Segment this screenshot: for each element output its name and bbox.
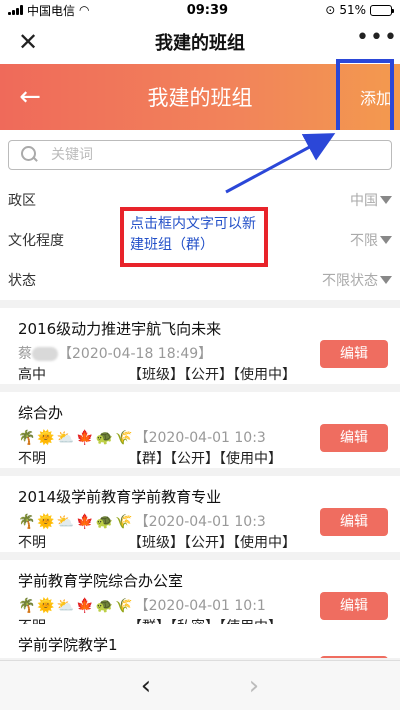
edit-button[interactable]: 编辑 xyxy=(320,424,388,452)
owner-emoji-name: 🌴🌞⛅🍁🐢🌾 xyxy=(18,514,135,530)
filter-value[interactable]: 中国 xyxy=(350,190,392,210)
group-list: 2016级动力推进宇航飞向未来 蔡【2020-04-18 18:49】 高中 【班… xyxy=(0,308,400,658)
caret-down-icon xyxy=(380,196,392,204)
group-level: 不明 xyxy=(18,535,46,551)
status-left: 中国电信 ◠ xyxy=(8,2,90,19)
signal-icon xyxy=(8,5,23,15)
back-arrow-icon[interactable]: ← xyxy=(14,81,46,113)
list-item[interactable]: 综合办 🌴🌞⛅🍁🐢🌾【2020-04-01 10:3 不明 【群】【公开】【使用中… xyxy=(0,392,400,468)
edit-button[interactable]: 编辑 xyxy=(320,592,388,620)
group-meta: 蔡 【2020-04-18 18:49】 xyxy=(18,343,318,363)
search-box[interactable] xyxy=(8,140,392,170)
top-bar: ✕ 我建的班组 ••• xyxy=(0,20,400,64)
caret-down-icon xyxy=(380,276,392,284)
annotation-box: 点击框内文字可以新建班组（群） xyxy=(120,207,268,267)
filter-label: 政区 xyxy=(8,193,36,209)
close-icon[interactable]: ✕ xyxy=(14,28,42,56)
group-title: 2016级动力推进宇航飞向未来 xyxy=(18,320,222,338)
group-timestamp: 【2020-04-01 10:1 xyxy=(134,598,266,614)
owner-name: 蔡 xyxy=(18,346,32,362)
filter-value[interactable]: 不限状态 xyxy=(322,270,392,290)
edit-button[interactable]: 编辑 xyxy=(320,340,388,368)
more-icon[interactable]: ••• xyxy=(356,27,397,56)
nav-forward-icon[interactable]: › xyxy=(236,669,272,703)
carrier-label: 中国电信 xyxy=(27,3,76,18)
group-tags: 【群】【公开】【使用中】 xyxy=(128,451,282,467)
search-area xyxy=(0,130,400,180)
owner-emoji-name: 🌴🌞⛅🍁🐢🌾 xyxy=(18,598,135,614)
group-title: 2014级学前教育学前教育专业 xyxy=(18,488,222,506)
group-tags: 【班级】【公开】【使用中】 xyxy=(128,535,296,551)
group-title: 学前教育学院综合办公室 xyxy=(18,572,184,590)
search-input[interactable] xyxy=(51,147,351,163)
group-level: 高中 xyxy=(18,367,46,383)
add-button[interactable]: 添加 xyxy=(360,85,392,109)
list-item[interactable]: 2014级学前教育学前教育专业 🌴🌞⛅🍁🐢🌾【2020-04-01 10:3 不… xyxy=(0,476,400,552)
group-timestamp: 【2020-04-18 18:49】 xyxy=(58,346,213,362)
search-icon xyxy=(21,146,39,164)
header-title: 我建的班组 xyxy=(147,86,253,110)
status-time: 09:39 xyxy=(186,2,229,18)
list-item[interactable]: 2016级动力推进宇航飞向未来 蔡 【2020-04-18 18:49】 高中 【班… xyxy=(0,308,400,384)
wifi-icon: ◠ xyxy=(79,3,90,17)
group-timestamp: 【2020-04-01 10:3 xyxy=(134,430,266,446)
status-bar: 中国电信 ◠ 09:39 ⊙ 51% xyxy=(0,0,400,20)
group-level: 不明 xyxy=(18,451,46,467)
group-meta: 🌴🌞⛅🍁🐢🌾【2020-04-01 10:3 xyxy=(18,427,318,447)
status-right: ⊙ 51% xyxy=(325,3,394,17)
owner-emoji-name: 🌴🌞⛅🍁🐢🌾 xyxy=(18,430,135,446)
filter-label: 文化程度 xyxy=(8,233,64,249)
filter-value-text: 不限 xyxy=(350,233,378,249)
filter-label: 状态 xyxy=(8,273,36,289)
filter-value[interactable]: 不限 xyxy=(350,230,392,250)
edit-button[interactable]: 编辑 xyxy=(320,508,388,536)
battery-percent: 51% xyxy=(339,3,366,17)
battery-icon xyxy=(370,4,394,16)
app-header: ← 我建的班组 添加 xyxy=(0,64,400,130)
group-title: 综合办 xyxy=(18,404,64,422)
bottom-nav: ‹ › xyxy=(0,660,400,710)
group-title: 学前学院教学1 xyxy=(18,636,118,654)
group-meta: 🌴🌞⛅🍁🐢🌾【2020-04-01 10:1 xyxy=(18,595,318,615)
nav-back-icon[interactable]: ‹ xyxy=(128,669,164,703)
filter-value-text: 不限状态 xyxy=(322,273,378,289)
group-meta: 🌴🌞⛅🍁🐢🌾【2020-04-01 10:3 xyxy=(18,511,318,531)
annotation-text: 点击框内文字可以新建班组（群） xyxy=(130,216,256,253)
group-tags: 【班级】【公开】【使用中】 xyxy=(128,367,296,383)
redacted-name xyxy=(32,347,58,361)
orientation-lock-icon: ⊙ xyxy=(325,3,336,17)
page-title: 我建的班组 xyxy=(155,33,245,54)
group-timestamp: 【2020-04-01 10:3 xyxy=(134,514,266,530)
edit-button[interactable]: 编辑 xyxy=(320,656,388,658)
list-item[interactable]: 学前学院教学1 编辑 xyxy=(0,624,400,658)
filter-value-text: 中国 xyxy=(350,193,378,209)
caret-down-icon xyxy=(380,236,392,244)
